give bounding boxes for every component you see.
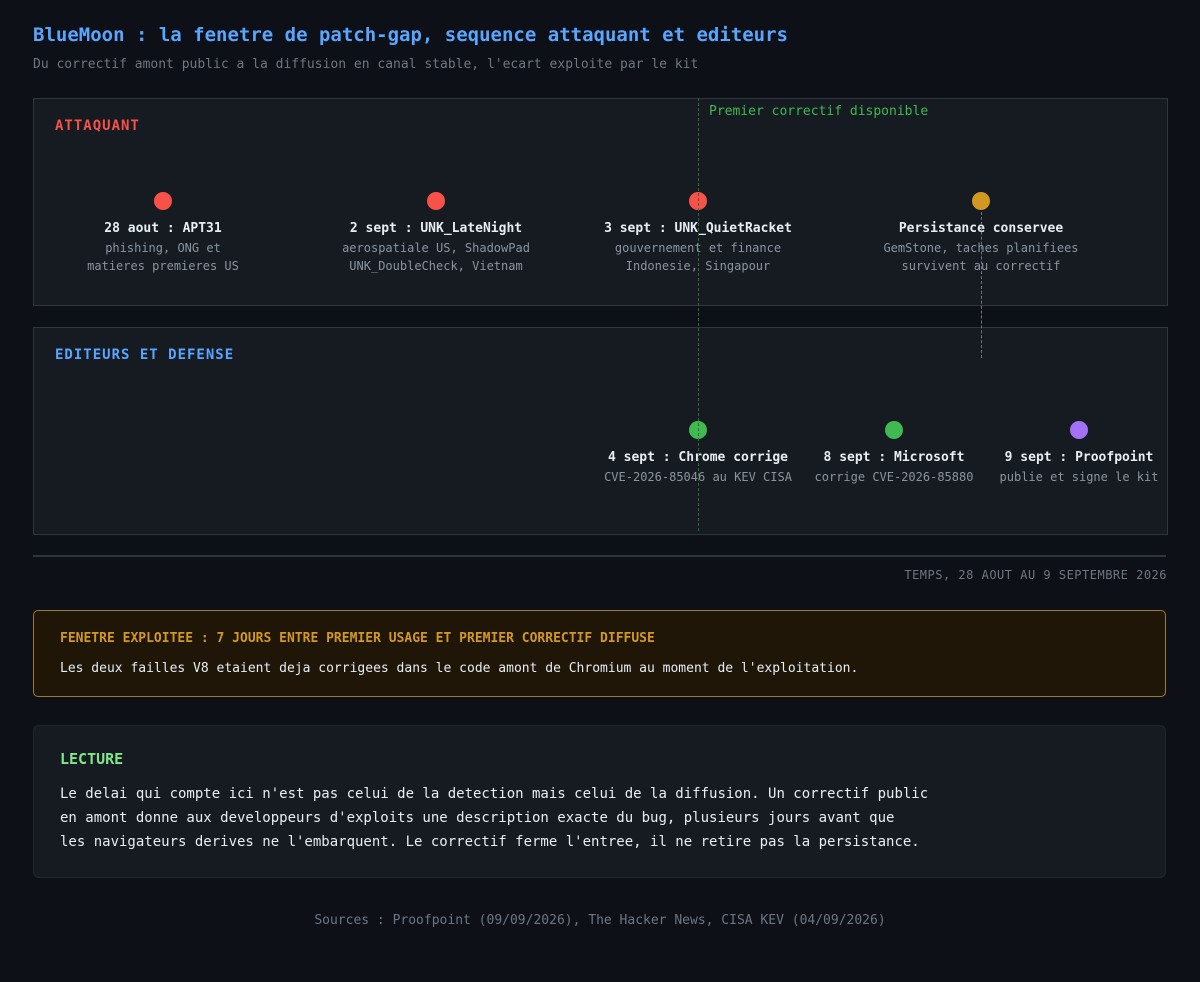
sources-footer: Sources : Proofpoint (09/09/2026), The H…: [314, 913, 886, 928]
event-desc: publie et signe le kit: [989, 468, 1169, 486]
exploited-window-callout: FENETRE EXPLOITEE : 7 JOURS ENTRE PREMIE…: [33, 610, 1166, 697]
event-title: 28 aout : APT31: [104, 221, 222, 236]
event-desc-line: matieres premieres US: [87, 259, 239, 273]
time-axis: [33, 555, 1166, 557]
defense-event-microsoft: 8 sept : Microsoft corrige CVE-2026-8588…: [804, 421, 984, 486]
attacker-event-apt31: 28 aout : APT31 phishing, ONG et matiere…: [33, 192, 293, 275]
event-title: 9 sept : Proofpoint: [1004, 450, 1154, 465]
event-title: 2 sept : UNK_LateNight: [349, 221, 523, 236]
time-axis-label: TEMPS, 28 AOUT AU 9 SEPTEMBRE 2026: [904, 568, 1167, 582]
event-dot: [972, 192, 990, 210]
event-desc-line: aerospatiale US, ShadowPad: [342, 241, 530, 255]
defense-event-proofpoint: 9 sept : Proofpoint publie et signe le k…: [989, 421, 1169, 486]
event-dot: [885, 421, 903, 439]
event-desc-line: phishing, ONG et: [105, 241, 221, 255]
attacker-lane-title: ATTAQUANT: [55, 118, 140, 134]
first-patch-marker-label: Premier correctif disponible: [709, 104, 929, 119]
event-desc-line: UNK_DoubleCheck, Vietnam: [349, 259, 523, 273]
event-dot: [427, 192, 445, 210]
persistence-connector-line: [981, 212, 982, 358]
event-desc-line: corrige CVE-2026-85880: [814, 470, 974, 484]
reading-line: les navigateurs derives ne l'embarquent.…: [60, 834, 920, 850]
event-title: 8 sept : Microsoft: [823, 450, 965, 465]
event-desc: phishing, ONG et matieres premieres US: [33, 239, 293, 275]
event-desc: aerospatiale US, ShadowPad UNK_DoubleChe…: [306, 239, 566, 275]
reading-panel: LECTURE Le delai qui compte ici n'est pa…: [33, 725, 1166, 878]
attacker-event-latenight: 2 sept : UNK_LateNight aerospatiale US, …: [306, 192, 566, 275]
event-desc-line: publie et signe le kit: [999, 470, 1159, 484]
page-title: BlueMoon : la fenetre de patch-gap, sequ…: [33, 24, 788, 46]
event-desc: corrige CVE-2026-85880: [804, 468, 984, 486]
reading-line: Le delai qui compte ici n'est pas celui …: [60, 786, 929, 802]
event-dot: [1070, 421, 1088, 439]
callout-title: FENETRE EXPLOITEE : 7 JOURS ENTRE PREMIE…: [60, 631, 655, 646]
first-patch-marker-line: [698, 98, 699, 531]
reading-line: en amont donne aux developpeurs d'exploi…: [60, 810, 895, 826]
page-subtitle: Du correctif amont public a la diffusion…: [33, 57, 699, 72]
event-dot: [154, 192, 172, 210]
defense-lane-title: EDITEURS ET DEFENSE: [55, 347, 235, 363]
callout-body: Les deux failles V8 etaient deja corrige…: [60, 661, 859, 676]
reading-title: LECTURE: [60, 750, 124, 768]
